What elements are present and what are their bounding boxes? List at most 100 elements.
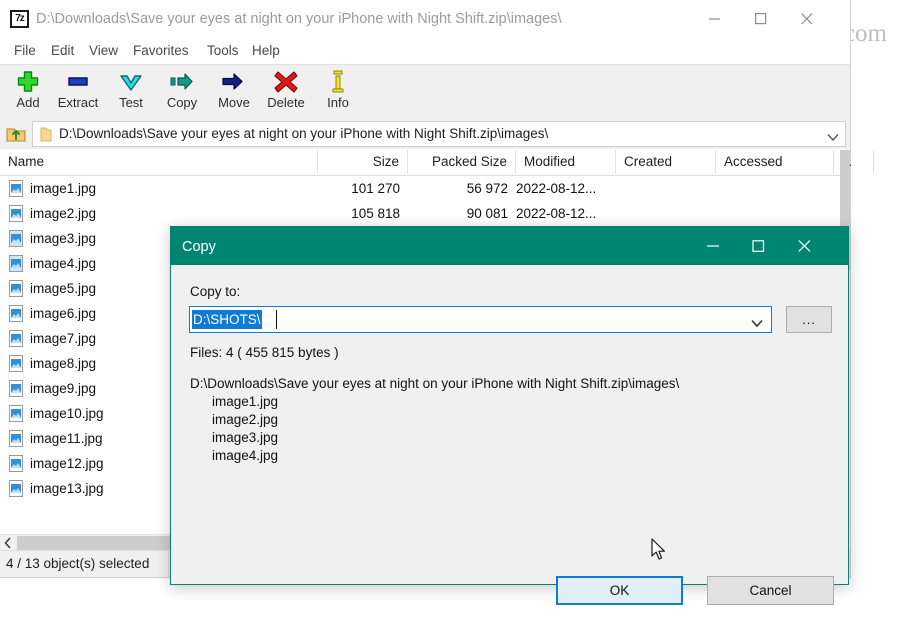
column-header-size[interactable]: Size: [318, 150, 408, 174]
source-file-item: image2.jpg: [212, 412, 279, 427]
copy-arrow-icon: [156, 68, 208, 94]
dialog-body: Copy to: D:\SHOTS\ ... Files: 4 ( 455 81…: [171, 265, 848, 605]
dialog-maximize-button[interactable]: [735, 227, 781, 259]
horizontal-scrollbar-thumb[interactable]: [17, 536, 172, 550]
close-button[interactable]: [784, 0, 830, 30]
image-file-icon: [9, 430, 23, 447]
toolbar-label-copy: Copy: [166, 95, 198, 110]
toolbar-label-extract: Extract: [57, 95, 99, 110]
image-file-icon: [9, 305, 23, 322]
image-file-icon: [9, 180, 23, 197]
menu-bar: File Edit View Favorites Tools Help: [0, 38, 850, 64]
file-size: 101 270: [351, 181, 400, 196]
source-file-item: image3.jpg: [212, 430, 279, 445]
toolbar-label-test: Test: [119, 95, 143, 110]
info-i-icon: [312, 68, 364, 94]
address-combo[interactable]: D:\Downloads\Save your eyes at night on …: [32, 121, 846, 147]
table-row[interactable]: image1.jpg 101 270 56 972 2022-08-12...: [0, 176, 840, 201]
file-name: image11.jpg: [30, 431, 103, 446]
address-path-text: D:\Downloads\Save your eyes at night on …: [59, 126, 549, 141]
image-file-icon: [9, 480, 23, 497]
toolbar-button-move[interactable]: Move: [208, 68, 260, 117]
text-caret: [276, 310, 277, 329]
minimize-icon: [709, 18, 720, 20]
maximize-icon: [751, 240, 764, 252]
title-bar: 7z D:\Downloads\Save your eyes at night …: [0, 0, 850, 38]
address-bar: D:\Downloads\Save your eyes at night on …: [0, 119, 850, 149]
close-icon: [797, 240, 810, 252]
files-summary: Files: 4 ( 455 815 bytes ): [190, 345, 339, 360]
image-file-icon: [9, 205, 23, 222]
maximize-button[interactable]: [738, 0, 784, 30]
column-header-row: Name Size Packed Size Modified Created A…: [0, 150, 874, 176]
toolbar-button-add[interactable]: Add: [2, 68, 54, 117]
file-modified: 2022-08-12...: [516, 206, 597, 221]
menu-item-tools[interactable]: Tools: [201, 38, 245, 64]
menu-item-edit[interactable]: Edit: [45, 38, 80, 64]
menu-item-view[interactable]: View: [83, 38, 124, 64]
plus-icon: [2, 68, 54, 94]
toolbar-button-delete[interactable]: Delete: [260, 68, 312, 117]
status-separator: [168, 551, 169, 577]
window-title: D:\Downloads\Save your eyes at night on …: [36, 11, 562, 27]
screenshot-root: groovyPost.com 7z D:\Downloads\Save your…: [0, 0, 911, 629]
file-name: image10.jpg: [30, 406, 104, 421]
column-header-name[interactable]: Name: [0, 150, 318, 174]
up-folder-icon[interactable]: [5, 123, 27, 145]
minimize-button[interactable]: [692, 0, 738, 30]
destination-input[interactable]: D:\SHOTS\: [192, 310, 262, 329]
dialog-minimize-button[interactable]: [690, 227, 736, 259]
copy-dialog: Copy Copy to: D:\SHOTS\ ... Files: 4 (4…: [170, 226, 849, 605]
toolbar-button-info[interactable]: Info: [312, 68, 364, 117]
menu-item-file[interactable]: File: [8, 38, 42, 64]
image-file-icon: [9, 380, 23, 397]
dialog-close-button[interactable]: [781, 227, 827, 259]
copy-to-label: Copy to:: [190, 284, 241, 299]
toolbar-label-info: Info: [327, 95, 349, 110]
source-file-item: image4.jpg: [212, 448, 279, 463]
app-7zip-icon: 7z: [10, 10, 29, 28]
browse-button[interactable]: ...: [786, 306, 832, 333]
column-header-accessed[interactable]: Accessed: [716, 150, 834, 174]
source-path: D:\Downloads\Save your eyes at night on …: [190, 376, 680, 391]
file-name: image7.jpg: [30, 331, 97, 346]
ok-button[interactable]: OK: [556, 576, 683, 605]
column-header-modified[interactable]: Modified: [516, 150, 616, 174]
toolbar-button-copy[interactable]: Copy: [156, 68, 208, 117]
image-file-icon: [9, 405, 23, 422]
source-file-item: image1.jpg: [212, 394, 279, 409]
table-row[interactable]: image2.jpg 105 818 90 081 2022-08-12...: [0, 201, 840, 226]
image-file-icon: [9, 230, 23, 247]
move-arrow-icon: [208, 68, 260, 94]
menu-item-help[interactable]: Help: [246, 38, 286, 64]
destination-combo[interactable]: D:\SHOTS\: [189, 306, 772, 333]
file-name: image9.jpg: [30, 381, 97, 396]
file-name: image8.jpg: [30, 356, 97, 371]
maximize-icon: [755, 13, 767, 25]
toolbar-button-extract[interactable]: Extract: [52, 68, 104, 117]
toolbar-button-test[interactable]: Test: [105, 68, 157, 117]
toolbar: Add Extract Test Copy Move Delete Info: [0, 64, 850, 121]
image-file-icon: [9, 255, 23, 272]
dialog-title: Copy: [182, 239, 216, 255]
image-file-icon: [9, 280, 23, 297]
image-file-icon: [9, 455, 23, 472]
file-name: image13.jpg: [30, 481, 104, 496]
file-name: image3.jpg: [30, 231, 97, 246]
file-name: image4.jpg: [30, 256, 97, 271]
chevron-down-icon[interactable]: [751, 315, 763, 333]
toolbar-label-move: Move: [218, 95, 250, 110]
cancel-button[interactable]: Cancel: [707, 576, 834, 605]
file-name: image6.jpg: [30, 306, 97, 321]
column-header-packed-size[interactable]: Packed Size: [408, 150, 516, 174]
menu-item-favorites[interactable]: Favorites: [127, 38, 195, 64]
status-text: 4 / 13 object(s) selected: [6, 556, 150, 571]
scroll-left-icon[interactable]: [0, 535, 17, 551]
file-packed-size: 90 081: [466, 206, 508, 221]
dialog-title-bar: Copy: [171, 227, 848, 265]
column-header-created[interactable]: Created: [616, 150, 716, 174]
chevron-down-icon: [105, 68, 157, 94]
toolbar-label-delete: Delete: [267, 95, 305, 110]
chevron-down-icon[interactable]: [827, 129, 839, 147]
file-name: image2.jpg: [30, 206, 97, 221]
